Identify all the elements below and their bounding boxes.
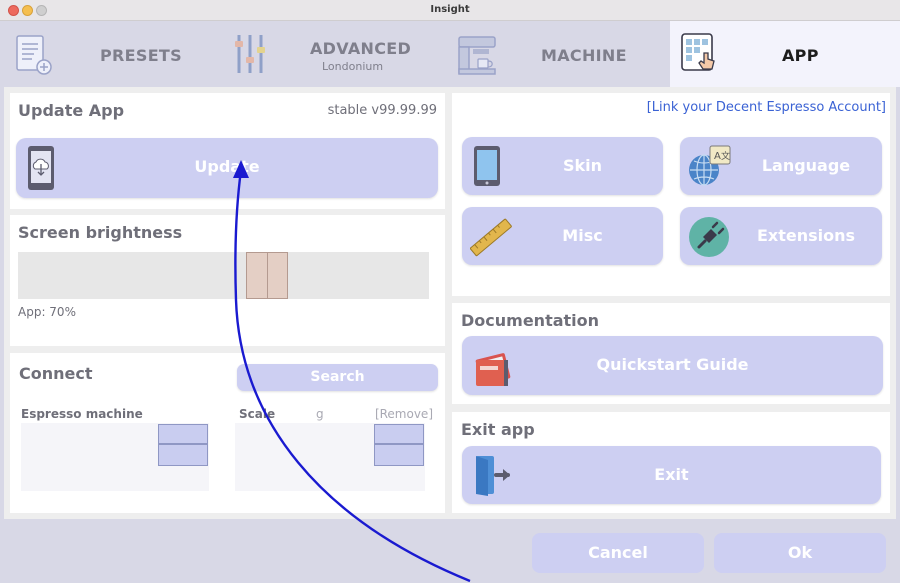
espresso-machine-label: Espresso machine	[21, 407, 143, 421]
ok-button[interactable]: Ok	[714, 533, 886, 573]
tablet-touch-icon	[681, 33, 715, 71]
update-app-title: Update App	[18, 101, 125, 120]
tab-presets[interactable]: PRESETS	[0, 21, 222, 87]
scale-list[interactable]	[235, 423, 425, 491]
documentation-panel: Documentation Quickstart Guide	[452, 303, 890, 404]
search-button[interactable]: Search	[237, 364, 438, 391]
cancel-button[interactable]: Cancel	[532, 533, 704, 573]
espresso-list-scroll-down[interactable]	[158, 444, 208, 466]
app-root: PRESETS ADVANCED Londonium MACHINE APP U…	[0, 21, 900, 583]
tab-app-label: APP	[782, 46, 819, 65]
tab-advanced-label: ADVANCED	[310, 39, 412, 58]
tablet-icon	[474, 146, 500, 186]
tab-machine[interactable]: MACHINE	[446, 21, 670, 87]
connect-panel: Connect Search Espresso machine Scale g …	[10, 353, 445, 513]
skin-button[interactable]: Skin	[462, 137, 663, 195]
link-account-link[interactable]: [Link your Decent Espresso Account]	[647, 100, 886, 115]
connect-title: Connect	[19, 364, 93, 383]
exit-button-label: Exit	[654, 465, 689, 484]
window-title: Insight	[430, 4, 470, 15]
globe-translate-icon: A 文	[689, 145, 731, 186]
document-settings-icon	[16, 35, 52, 75]
update-button[interactable]: Update	[16, 138, 438, 198]
settings-content: Update App stable v99.99.99 Update Scree…	[4, 87, 896, 519]
tab-app[interactable]: APP	[670, 21, 900, 87]
brightness-title: Screen brightness	[18, 223, 183, 242]
scale-label: Scale	[239, 407, 276, 421]
misc-button-label: Misc	[562, 226, 603, 245]
scale-unit-label: g	[316, 407, 324, 421]
update-button-label: Update	[194, 157, 260, 176]
scale-list-scroll-down[interactable]	[374, 444, 424, 466]
language-button-label: Language	[761, 156, 851, 175]
exit-button[interactable]: Exit	[462, 446, 881, 504]
svg-text:文: 文	[721, 150, 730, 162]
extensions-button-label: Extensions	[756, 226, 856, 245]
skin-button-label: Skin	[562, 156, 603, 175]
language-button[interactable]: A 文 Language	[680, 137, 882, 195]
plug-icon	[689, 217, 729, 257]
espresso-list-scroll-up[interactable]	[158, 424, 208, 444]
exit-app-panel: Exit app Exit	[452, 412, 890, 513]
update-app-panel: Update App stable v99.99.99 Update	[10, 93, 445, 209]
app-settings-panel: [Link your Decent Espresso Account] Skin…	[452, 93, 890, 296]
version-label: stable v99.99.99	[327, 103, 437, 118]
brightness-slider-thumb[interactable]	[246, 252, 288, 299]
tab-machine-label: MACHINE	[541, 46, 627, 65]
svg-text:A: A	[714, 151, 721, 162]
search-button-label: Search	[310, 369, 365, 385]
tab-presets-label: PRESETS	[100, 46, 182, 65]
tab-advanced-profile: Londonium	[322, 60, 384, 73]
espresso-machine-list[interactable]	[21, 423, 209, 491]
brightness-panel: Screen brightness App: 70%	[10, 215, 445, 346]
misc-button[interactable]: Misc	[462, 207, 663, 265]
tab-bar: PRESETS ADVANCED Londonium MACHINE APP	[0, 21, 900, 87]
window-titlebar: Insight	[0, 0, 900, 21]
brightness-value-label: App: 70%	[18, 305, 76, 319]
scale-list-scroll-up[interactable]	[374, 424, 424, 444]
extensions-button[interactable]: Extensions	[680, 207, 882, 265]
quickstart-guide-label: Quickstart Guide	[596, 355, 749, 374]
exit-app-title: Exit app	[461, 420, 535, 439]
sliders-icon	[235, 35, 265, 73]
documentation-title: Documentation	[461, 311, 600, 330]
tab-advanced[interactable]: ADVANCED Londonium	[222, 21, 446, 87]
brightness-slider[interactable]	[18, 252, 429, 299]
remove-scale-link[interactable]: [Remove]	[375, 407, 433, 421]
espresso-machine-icon	[458, 36, 496, 75]
dialog-footer: Cancel Ok	[0, 519, 900, 583]
quickstart-guide-button[interactable]: Quickstart Guide	[462, 336, 883, 395]
